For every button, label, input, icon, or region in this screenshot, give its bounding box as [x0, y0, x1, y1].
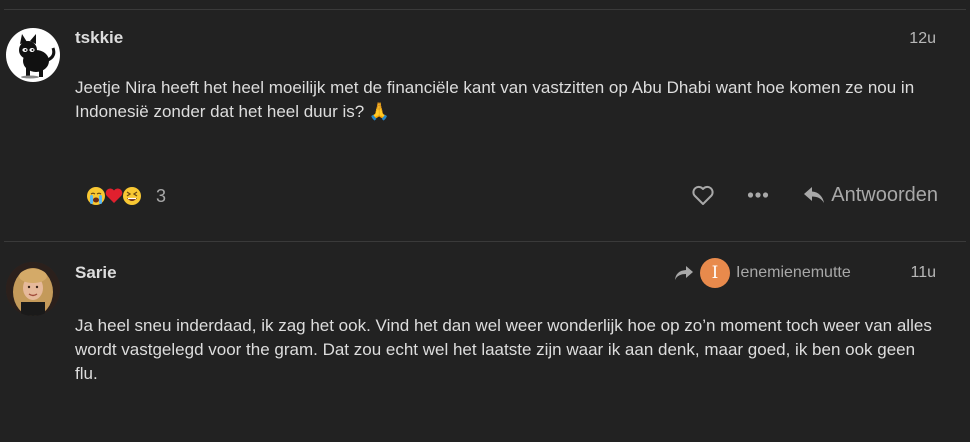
post-body: Ja heel sneu inderdaad, ik zag het ook. …	[75, 316, 932, 383]
reply-to-username: Ienemienemutte	[736, 264, 851, 281]
post-sarie: Sarie I Ienemienemutte 11u Ja heel sneu …	[0, 0, 970, 442]
reply-arrow-icon	[675, 266, 693, 280]
avatar[interactable]	[6, 262, 60, 316]
reply-to-indicator[interactable]: I Ienemienemutte	[674, 258, 851, 288]
reply-to-avatar: I	[700, 258, 730, 288]
user-photo-avatar	[6, 262, 60, 316]
post-age[interactable]: 11u	[910, 264, 936, 282]
username[interactable]: Sarie	[75, 263, 117, 283]
